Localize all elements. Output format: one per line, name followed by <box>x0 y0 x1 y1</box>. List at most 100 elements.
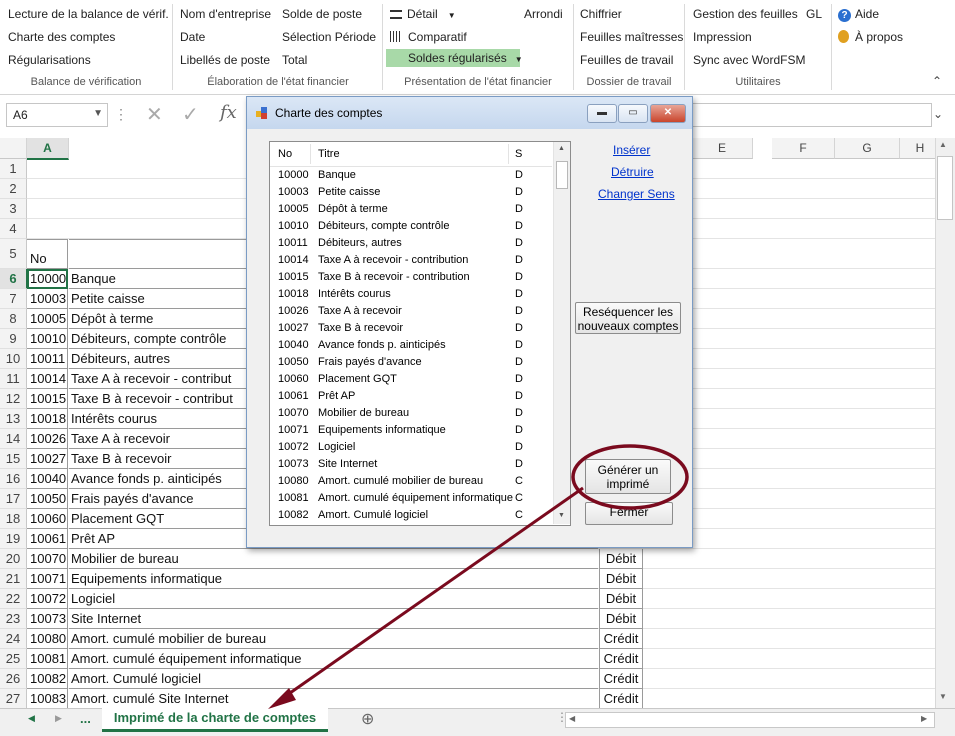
row-header[interactable]: 22 <box>0 589 27 609</box>
scroll-down-icon[interactable]: ▼ <box>939 692 947 701</box>
account-title-cell[interactable]: Mobilier de bureau <box>69 549 598 569</box>
dialog-title-bar[interactable]: Charte des comptes ▬ ▭ ✕ <box>247 97 692 129</box>
list-item[interactable]: 10015 Taxe B à recevoir - contribution D <box>270 269 552 286</box>
column-header-g[interactable]: G <box>835 138 900 159</box>
tab-scroll-left-icon[interactable]: ◀ <box>28 713 35 724</box>
fermer-button[interactable]: Fermer <box>585 502 673 525</box>
close-icon[interactable]: ✕ <box>650 104 686 123</box>
header-no-cell[interactable]: No <box>27 239 68 269</box>
list-item[interactable]: 10005 Dépôt à terme D <box>270 201 552 218</box>
charte-comptes-button[interactable]: Charte des comptes <box>8 30 115 44</box>
add-sheet-button[interactable]: ⊕ <box>361 709 374 729</box>
account-number-cell[interactable]: 10040 <box>27 469 68 489</box>
confirm-icon[interactable]: ✓ <box>182 102 199 127</box>
account-number-cell[interactable]: 10060 <box>27 509 68 529</box>
account-number-cell[interactable]: 10003 <box>27 289 68 309</box>
account-number-cell[interactable]: 10083 <box>27 689 68 708</box>
collapse-ribbon-icon[interactable]: ⌃ <box>932 74 942 88</box>
column-header-e[interactable]: E <box>691 138 753 159</box>
detruire-link[interactable]: Détruire <box>611 165 654 179</box>
aide-button[interactable]: ? Aide <box>838 7 879 22</box>
row-header[interactable]: 1 <box>0 159 27 179</box>
row-header[interactable]: 25 <box>0 649 27 669</box>
list-scrollbar[interactable]: ▲ ▼ <box>553 142 570 524</box>
total-button[interactable]: Total <box>282 53 307 67</box>
row-header[interactable]: 26 <box>0 669 27 689</box>
account-title-cell[interactable]: Equipements informatique <box>69 569 598 589</box>
row-header[interactable]: 4 <box>0 219 27 239</box>
row-header[interactable]: 11 <box>0 369 27 389</box>
list-scroll-thumb[interactable] <box>556 161 568 189</box>
account-number-cell[interactable]: 10081 <box>27 649 68 669</box>
more-sheets-button[interactable]: ... <box>80 711 91 726</box>
row-header[interactable]: 21 <box>0 569 27 589</box>
sync-wordfsm-button[interactable]: Sync avec WordFSM <box>693 53 805 67</box>
row-header[interactable]: 19 <box>0 529 27 549</box>
list-item[interactable]: 10070 Mobilier de bureau D <box>270 405 552 422</box>
account-number-cell[interactable]: 10027 <box>27 449 68 469</box>
row-header[interactable]: 2 <box>0 179 27 199</box>
list-item[interactable]: 10003 Petite caisse D <box>270 184 552 201</box>
solde-poste-button[interactable]: Solde de poste <box>282 7 362 21</box>
list-item[interactable]: 10026 Taxe A à recevoir D <box>270 303 552 320</box>
list-item[interactable]: 10061 Prêt AP D <box>270 388 552 405</box>
select-all-corner[interactable] <box>0 138 27 159</box>
row-header[interactable]: 17 <box>0 489 27 509</box>
row-header[interactable]: 23 <box>0 609 27 629</box>
horizontal-scrollbar[interactable] <box>565 712 935 728</box>
scroll-left-icon[interactable]: ◀ <box>569 714 575 723</box>
account-number-cell[interactable]: 10061 <box>27 529 68 549</box>
account-sens-cell[interactable]: Crédit <box>599 689 643 708</box>
header-titre[interactable]: Titre <box>318 148 340 160</box>
row-header[interactable]: 20 <box>0 549 27 569</box>
gestion-feuilles-button[interactable]: Gestion des feuilles <box>693 7 798 21</box>
header-sens[interactable]: S <box>515 148 522 160</box>
cancel-icon[interactable]: ✕ <box>146 102 163 127</box>
account-sens-cell[interactable]: Débit <box>599 589 643 609</box>
list-item[interactable]: 10073 Site Internet D <box>270 456 552 473</box>
list-item[interactable]: 10071 Equipements informatique D <box>270 422 552 439</box>
account-number-cell[interactable]: 10014 <box>27 369 68 389</box>
row-header[interactable]: 8 <box>0 309 27 329</box>
account-number-cell[interactable]: 10050 <box>27 489 68 509</box>
account-title-cell[interactable]: Logiciel <box>69 589 598 609</box>
list-item[interactable]: 10040 Avance fonds p. ainticipés D <box>270 337 552 354</box>
lecture-balance-button[interactable]: Lecture de la balance de vérif. <box>8 7 169 21</box>
row-header[interactable]: 16 <box>0 469 27 489</box>
list-item[interactable]: 10011 Débiteurs, autres D <box>270 235 552 252</box>
column-header-a[interactable]: A <box>27 138 69 160</box>
scroll-right-icon[interactable]: ▶ <box>921 714 927 723</box>
sheet-tab-active[interactable]: Imprimé de la charte de comptes <box>102 707 328 732</box>
scroll-down-icon[interactable]: ▼ <box>558 512 565 519</box>
account-number-cell[interactable]: 10005 <box>27 309 68 329</box>
name-box[interactable]: A6 ▼ <box>6 103 108 127</box>
row-header[interactable]: 12 <box>0 389 27 409</box>
vertical-scrollbar[interactable] <box>935 138 955 708</box>
list-item[interactable]: 10081 Amort. cumulé équipement informatiq… <box>270 490 552 507</box>
row-header[interactable]: 10 <box>0 349 27 369</box>
soldes-regularises-dropdown[interactable]: Soldes régularisés ▼ <box>386 49 523 67</box>
account-number-cell[interactable]: 10015 <box>27 389 68 409</box>
row-header[interactable]: 7 <box>0 289 27 309</box>
account-sens-cell[interactable]: Crédit <box>599 649 643 669</box>
feuilles-maitresses-button[interactable]: Feuilles maîtresses <box>580 30 683 44</box>
account-number-cell[interactable]: 10082 <box>27 669 68 689</box>
row-header[interactable]: 9 <box>0 329 27 349</box>
detail-dropdown[interactable]: Détail ▼ <box>390 7 456 21</box>
account-title-cell[interactable]: Site Internet <box>69 609 598 629</box>
gl-button[interactable]: GL <box>806 7 822 21</box>
column-header-h[interactable]: H <box>900 138 935 159</box>
account-number-cell[interactable]: 10072 <box>27 589 68 609</box>
account-number-cell[interactable]: 10000 <box>27 269 68 289</box>
vertical-scroll-thumb[interactable] <box>937 156 953 220</box>
list-item[interactable]: 10060 Placement GQT D <box>270 371 552 388</box>
list-item[interactable]: 10082 Amort. Cumulé logiciel C <box>270 507 552 524</box>
minimize-icon[interactable]: ▬ <box>587 104 617 123</box>
account-number-cell[interactable]: 10010 <box>27 329 68 349</box>
account-number-cell[interactable]: 10070 <box>27 549 68 569</box>
inserer-link[interactable]: Insérer <box>613 143 650 157</box>
row-header[interactable]: 13 <box>0 409 27 429</box>
impression-button[interactable]: Impression <box>693 30 752 44</box>
function-icon[interactable]: fx <box>220 102 237 123</box>
maximize-icon[interactable]: ▭ <box>618 104 648 123</box>
